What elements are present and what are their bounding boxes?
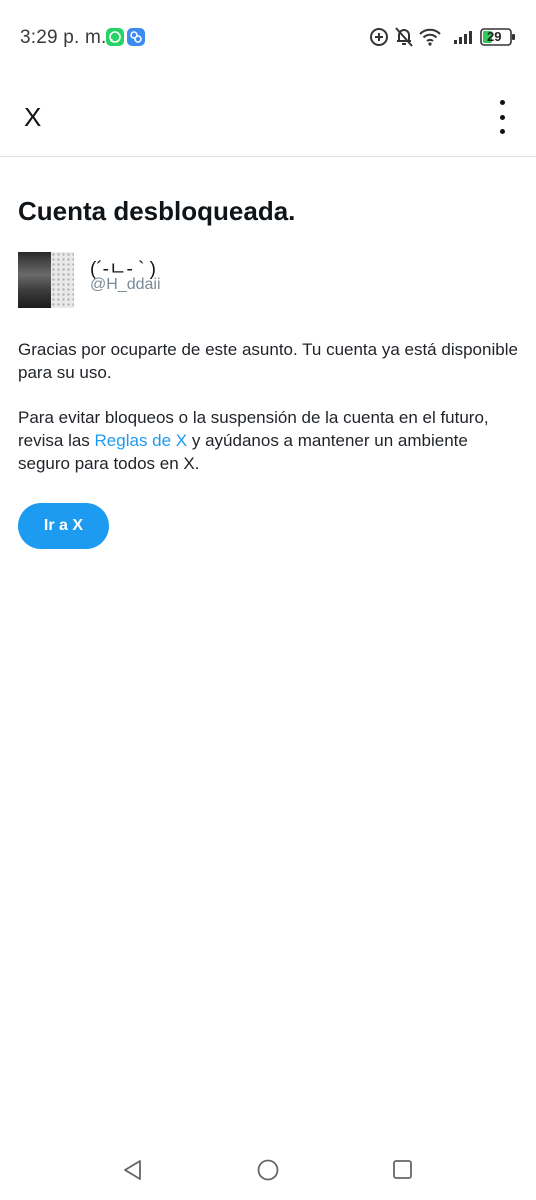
app-notification-icon — [127, 28, 145, 46]
data-saver-icon — [368, 26, 390, 53]
back-icon[interactable] — [121, 1158, 145, 1187]
whatsapp-icon — [106, 28, 124, 46]
avatar-pattern — [51, 252, 74, 308]
signal-icon — [452, 26, 476, 53]
navigation-bar — [0, 1140, 536, 1200]
status-time: 3:29 p. m. — [20, 27, 107, 48]
wifi-icon — [418, 26, 442, 53]
rules-text: Para evitar bloqueos o la suspensión de … — [18, 406, 518, 475]
status-bar: 3:29 p. m. 29 — [0, 0, 536, 76]
home-icon[interactable] — [256, 1158, 280, 1187]
rules-link[interactable]: Reglas de X — [95, 431, 188, 450]
avatar[interactable] — [18, 252, 74, 308]
page-title: Cuenta desbloqueada. — [18, 196, 296, 226]
bell-off-icon — [394, 26, 414, 53]
go-to-x-button[interactable]: Ir a X — [18, 503, 109, 549]
app-title: X — [24, 102, 42, 132]
confirmation-text: Gracias por ocuparte de este asunto. Tu … — [18, 340, 518, 382]
recents-icon[interactable] — [391, 1158, 415, 1187]
screen: 3:29 p. m. 29 X Cuenta desbloqueada. (´-… — [0, 0, 536, 1200]
battery-level: 29 — [487, 29, 502, 44]
avatar-photo — [18, 252, 51, 308]
battery-icon: 29 — [480, 27, 516, 52]
more-vertical-icon[interactable] — [490, 100, 514, 134]
user-handle: @H_ddaii — [90, 276, 161, 293]
app-bar: X — [0, 76, 536, 157]
